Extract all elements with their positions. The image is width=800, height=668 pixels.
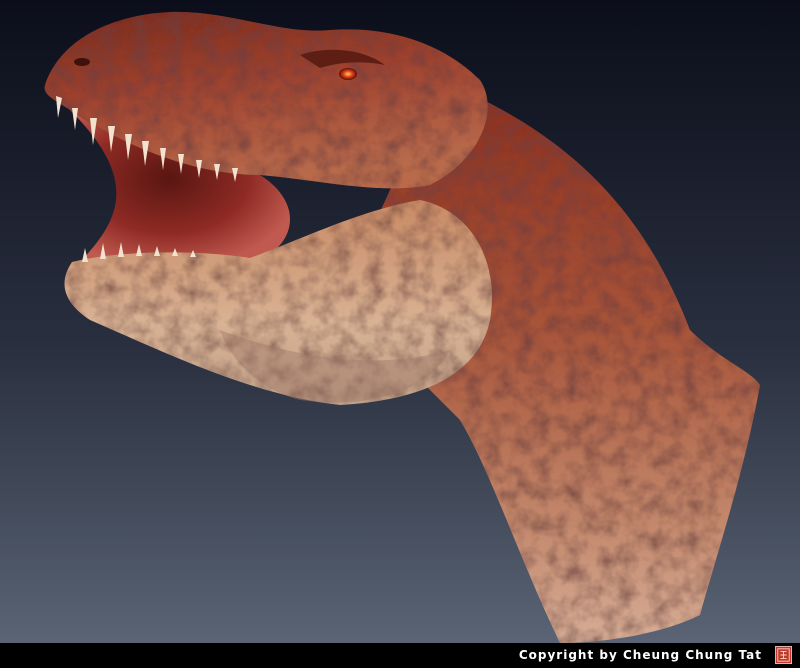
image-frame: Copyright by Cheung Chung Tat — [0, 0, 800, 668]
dinosaur-scene — [0, 0, 800, 643]
eye — [339, 68, 357, 80]
red-seal-stamp-icon — [775, 646, 792, 664]
copyright-bar: Copyright by Cheung Chung Tat — [0, 643, 800, 668]
nostril — [74, 58, 90, 66]
copyright-text: Copyright by Cheung Chung Tat — [518, 648, 762, 662]
